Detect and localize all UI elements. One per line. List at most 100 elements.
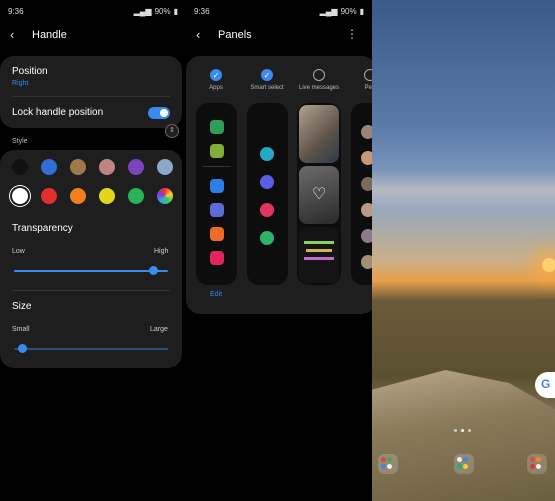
- status-bar: 9:36 ▂▄▆ 90% ▮: [0, 0, 186, 22]
- contact-avatar: [361, 125, 372, 139]
- heart-icon: ♡: [312, 186, 327, 203]
- page-title: Handle: [32, 29, 67, 41]
- lock-handle-label: Lock handle position: [12, 107, 104, 118]
- style-label: Style: [12, 138, 28, 145]
- status-time: 9:36: [194, 7, 210, 16]
- position-setting[interactable]: Position Right: [0, 56, 182, 92]
- internet-app-icon: [210, 203, 224, 217]
- panel-checkbox[interactable]: [313, 69, 325, 81]
- color-swatch[interactable]: [99, 188, 115, 204]
- contact-avatar: [361, 151, 372, 165]
- signal-icon: ▂▄▆: [319, 7, 338, 16]
- color-swatch[interactable]: [128, 188, 144, 204]
- sun: [542, 258, 555, 272]
- size-small-label: Small: [12, 326, 30, 333]
- google-icon: G: [541, 377, 551, 391]
- transparency-slider[interactable]: [14, 270, 168, 272]
- oval-select-icon: [260, 175, 274, 189]
- contact-avatar: [361, 177, 372, 191]
- note-app-icon: [210, 227, 224, 241]
- panel-label: Smart select: [250, 85, 284, 91]
- transparency-low-label: Low: [12, 248, 25, 255]
- transparency-slider-thumb[interactable]: [148, 266, 158, 275]
- divider: [12, 96, 170, 97]
- game-app-icon: [210, 144, 224, 158]
- app-bar: ‹ Handle: [0, 24, 186, 46]
- back-icon[interactable]: ‹: [10, 27, 14, 42]
- drag-handle-icon[interactable]: ⇕: [165, 124, 179, 138]
- panel-label: Live messages: [298, 85, 340, 91]
- color-swatch[interactable]: [70, 188, 86, 204]
- transparency-label: Transparency: [12, 223, 73, 234]
- handwriting-stroke: [304, 257, 334, 260]
- handwriting-stroke: [306, 249, 332, 252]
- style-card: Transparency Low High Size Small Large: [0, 150, 182, 368]
- app-folder[interactable]: [454, 454, 474, 474]
- position-value: Right: [12, 80, 29, 87]
- divider: [202, 166, 231, 167]
- page-indicator: [454, 429, 471, 432]
- color-swatch[interactable]: [12, 159, 28, 175]
- google-search-widget[interactable]: G: [535, 372, 555, 398]
- color-swatch[interactable]: [157, 188, 173, 204]
- lock-handle-toggle[interactable]: [148, 107, 170, 119]
- status-bar: 9:36 ▂▄▆ 90% ▮: [186, 0, 372, 22]
- photo-thumbnail: [299, 105, 339, 163]
- contact-avatar: [361, 229, 372, 243]
- back-icon[interactable]: ‹: [196, 27, 200, 42]
- transparency-high-label: High: [154, 248, 169, 255]
- edit-button[interactable]: Edit: [210, 291, 222, 298]
- contact-avatar: [361, 203, 372, 217]
- photo-thumbnail: [299, 227, 339, 283]
- live-messages-panel-preview[interactable]: ♡: [297, 103, 341, 285]
- smart-select-panel-preview[interactable]: [247, 103, 288, 285]
- app-folder[interactable]: [378, 454, 398, 474]
- clouds: [372, 170, 555, 210]
- page-dot: [468, 429, 471, 432]
- panel-checkbox[interactable]: ✓: [210, 69, 222, 81]
- panel-checkbox[interactable]: ✓: [261, 69, 273, 81]
- size-slider[interactable]: [14, 348, 168, 350]
- more-options-icon[interactable]: ⋮: [346, 27, 358, 41]
- handle-settings-screen: 9:36 ▂▄▆ 90% ▮ ‹ Handle Position Right Loc…: [0, 0, 186, 501]
- gallery-app-icon: [210, 251, 224, 265]
- messages-app-icon: [210, 179, 224, 193]
- battery-icon: ▮: [359, 7, 364, 16]
- color-swatch[interactable]: [41, 188, 57, 204]
- position-label: Position: [12, 66, 48, 77]
- size-label: Size: [12, 301, 32, 312]
- divider: [12, 290, 170, 291]
- handwriting-stroke: [304, 241, 334, 244]
- photo-thumbnail: ♡: [299, 166, 339, 224]
- calendar-app-icon: [210, 120, 224, 134]
- battery-level: 90%: [340, 7, 357, 16]
- signal-icon: ▂▄▆: [133, 7, 152, 16]
- page-dot-active: [461, 429, 464, 432]
- contact-avatar: [361, 255, 372, 269]
- color-swatch[interactable]: [99, 159, 115, 175]
- home-screen: G: [372, 0, 555, 501]
- app-bar: ‹ Panels ⋮: [186, 24, 372, 46]
- panel-label: Peo: [364, 85, 372, 91]
- battery-level: 90%: [154, 7, 171, 16]
- people-panel-preview[interactable]: [351, 103, 372, 285]
- panel-checkbox[interactable]: [364, 69, 372, 81]
- apps-panel-preview[interactable]: [196, 103, 237, 285]
- animation-select-icon: [260, 203, 274, 217]
- size-large-label: Large: [150, 326, 168, 333]
- status-time: 9:36: [8, 7, 24, 16]
- color-swatch[interactable]: [12, 188, 28, 204]
- panels-card: ✓Apps✓Smart selectLive messagesPeo Edit …: [186, 56, 372, 314]
- position-card: Position Right Lock handle position: [0, 56, 182, 128]
- app-folder[interactable]: [527, 454, 547, 474]
- battery-icon: ▮: [173, 7, 178, 16]
- rectangle-select-icon: [260, 147, 274, 161]
- color-swatch[interactable]: [70, 159, 86, 175]
- size-slider-thumb[interactable]: [17, 344, 27, 353]
- color-swatch[interactable]: [128, 159, 144, 175]
- pin-to-screen-icon: [260, 231, 274, 245]
- color-swatch[interactable]: [41, 159, 57, 175]
- panels-screen: 9:36 ▂▄▆ 90% ▮ ‹ Panels ⋮ ✓ Apps ✓ Smart sele…: [186, 0, 372, 501]
- color-swatch[interactable]: [157, 159, 173, 175]
- page-title: Panels: [218, 29, 252, 41]
